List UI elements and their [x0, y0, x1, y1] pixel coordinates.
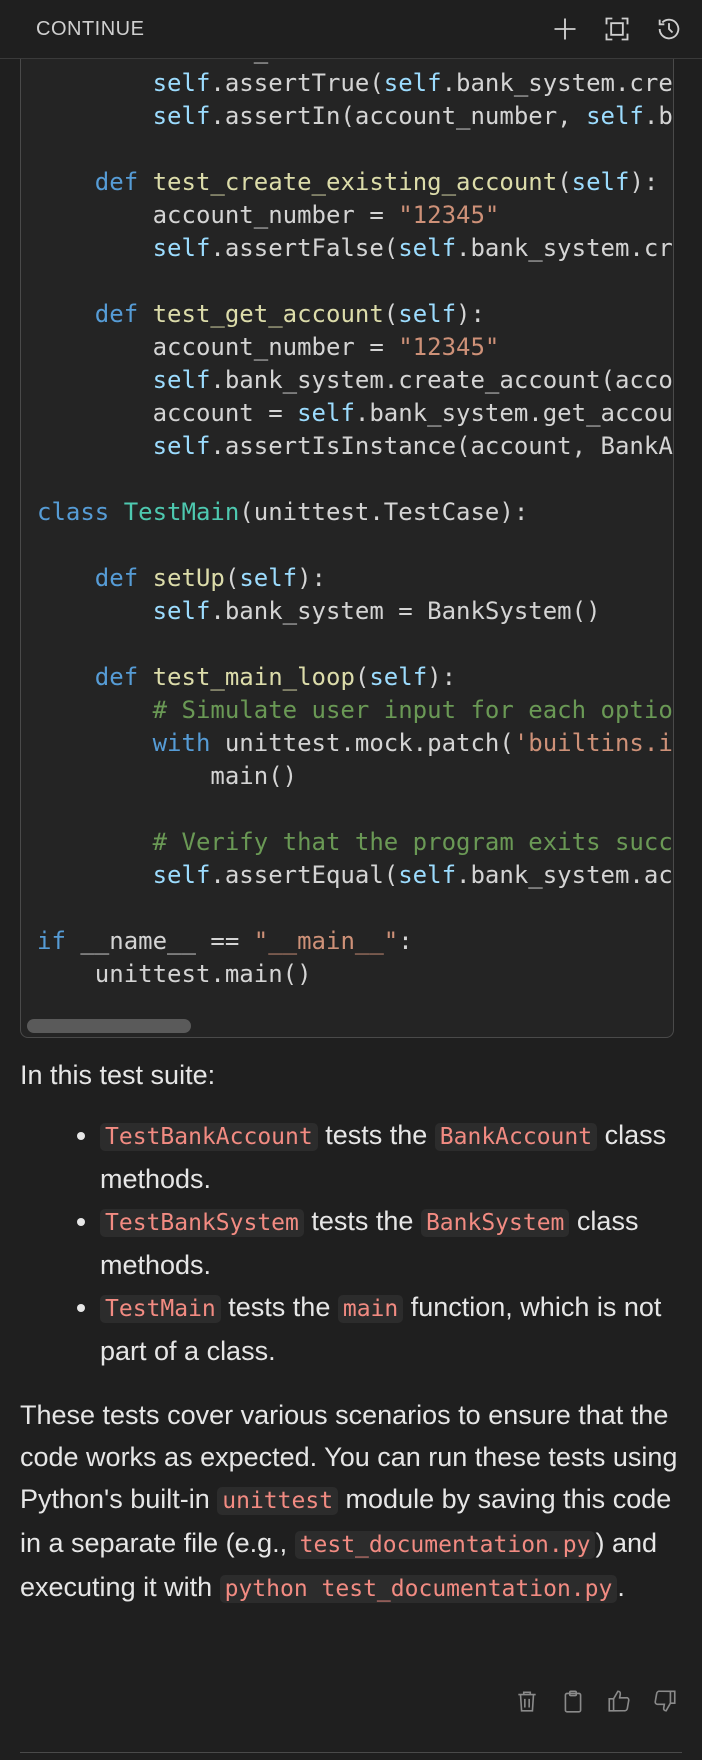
assistant-message: In this test suite: TestBankAccount test… [20, 1054, 680, 1610]
code-line: main() [37, 762, 298, 790]
clipboard-icon[interactable] [558, 1686, 588, 1716]
intro-text: In this test suite: [20, 1060, 216, 1090]
code-line: self.bank_system.create_account(acco [152, 366, 673, 394]
code-line: self.assertFalse(self.bank_system.cr [152, 234, 673, 262]
plus-icon[interactable] [550, 14, 580, 44]
list-item: TestBankAccount tests the BankAccount cl… [100, 1114, 680, 1200]
code-block[interactable]: account_number = "67890" self.assertTrue… [20, 40, 674, 1038]
inline-code: unittest [217, 1487, 339, 1515]
panel-title: CONTINUE [36, 17, 145, 40]
code-line: unittest.main() [37, 960, 312, 988]
inline-code: test_documentation.py [294, 1531, 596, 1559]
code-line: with unittest.mock.patch('builtins.i [152, 729, 673, 757]
header-bar: CONTINUE [0, 0, 702, 59]
code-line: self.assertTrue(self.bank_system.cre [152, 69, 673, 97]
message-actions [512, 1686, 680, 1716]
divider [20, 1752, 682, 1753]
code-line: account_number = "12345" [37, 201, 500, 229]
code-line: def test_main_loop(self): [94, 663, 457, 691]
code-line: self.assertEqual(self.bank_system.ac [152, 861, 673, 889]
code-line: def test_create_existing_account(self): [94, 168, 659, 196]
list-item: TestMain tests the main function, which … [100, 1286, 680, 1372]
history-icon[interactable] [654, 14, 684, 44]
code-line: def setUp(self): [94, 564, 327, 592]
horizontal-scrollbar[interactable] [27, 1019, 191, 1033]
inline-code: TestBankAccount [100, 1123, 318, 1151]
code-line: self.assertIsInstance(account, BankA [152, 432, 673, 460]
test-summary-list: TestBankAccount tests the BankAccount cl… [20, 1114, 680, 1372]
thumbs-up-icon[interactable] [604, 1686, 634, 1716]
code-line: account = self.bank_system.get_accou [37, 399, 673, 427]
inline-code: TestMain [100, 1295, 221, 1323]
header-actions [550, 14, 684, 44]
inline-code: TestBankSystem [100, 1209, 304, 1237]
code-line: def test_get_account(self): [94, 300, 485, 328]
fullscreen-icon[interactable] [602, 14, 632, 44]
inline-code: BankAccount [434, 1123, 598, 1151]
inline-code: BankSystem [420, 1209, 570, 1237]
inline-code: python test_documentation.py [219, 1575, 618, 1603]
code-content: account_number = "67890" self.assertTrue… [37, 41, 673, 991]
code-line: self.assertIn(account_number, self.b [152, 102, 673, 130]
trash-icon[interactable] [512, 1686, 542, 1716]
inline-code: main [337, 1295, 404, 1323]
code-line: # Simulate user input for each optio [152, 696, 673, 724]
summary-paragraph: These tests cover various scenarios to e… [20, 1400, 678, 1603]
thumbs-down-icon[interactable] [650, 1686, 680, 1716]
code-line: account_number = "12345" [37, 333, 500, 361]
code-line: if __name__ == "__main__": [37, 927, 413, 955]
code-line: # Verify that the program exits succ [152, 828, 673, 856]
list-item: TestBankSystem tests the BankSystem clas… [100, 1200, 680, 1286]
code-line: class TestMain(unittest.TestCase): [37, 498, 529, 526]
code-line: self.bank_system = BankSystem() [152, 597, 601, 625]
